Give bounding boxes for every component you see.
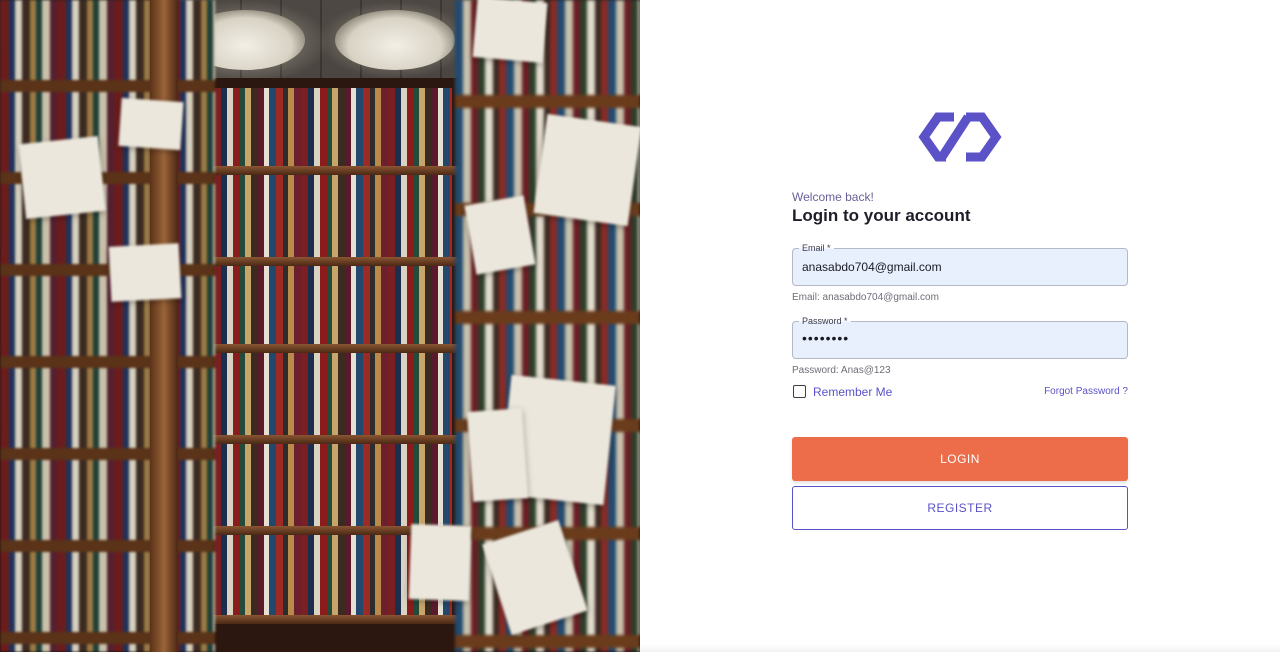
email-value[interactable]: anasabdo704@gmail.com <box>802 260 942 274</box>
book-row <box>214 175 452 257</box>
paper-note <box>108 243 182 302</box>
email-label: Email * <box>799 243 834 253</box>
left-bookshelf <box>0 0 215 652</box>
login-button[interactable]: LOGIN <box>792 437 1128 481</box>
link-infinity-logo-icon <box>918 112 1002 162</box>
shelf-board <box>200 615 465 624</box>
ceiling-lamp <box>335 10 455 70</box>
paper-note <box>18 136 106 219</box>
book-row <box>214 266 452 344</box>
library-bookshelves-photo <box>0 0 640 652</box>
remember-me-checkbox[interactable] <box>793 385 806 398</box>
shelf-frame <box>150 0 178 652</box>
book-row <box>214 88 452 166</box>
book-row <box>214 353 452 435</box>
password-value[interactable]: •••••••• <box>802 330 849 346</box>
email-hint: Email: anasabdo704@gmail.com <box>792 292 939 303</box>
email-field[interactable]: Email * anasabdo704@gmail.com <box>792 243 1128 286</box>
password-field[interactable]: Password * •••••••• <box>792 316 1128 359</box>
shelf-board <box>200 344 465 353</box>
paper-note <box>464 195 536 275</box>
shelf-board <box>200 166 465 175</box>
shelf-board <box>200 435 465 444</box>
panel-bottom-shadow <box>640 644 1280 652</box>
register-button[interactable]: REGISTER <box>792 486 1128 530</box>
shelf-board <box>200 257 465 266</box>
paper-note <box>408 523 472 602</box>
page-title: Login to your account <box>792 206 971 225</box>
password-label: Password * <box>799 316 851 326</box>
paper-note <box>118 97 184 151</box>
remember-me-label[interactable]: Remember Me <box>813 385 892 399</box>
paper-note <box>466 408 529 502</box>
forgot-password-link[interactable]: Forgot Password ? <box>1044 386 1128 397</box>
book-row <box>214 444 452 526</box>
paper-note <box>533 113 640 227</box>
password-hint: Password: Anas@123 <box>792 365 891 376</box>
welcome-text: Welcome back! <box>792 190 874 204</box>
paper-note <box>472 0 548 63</box>
